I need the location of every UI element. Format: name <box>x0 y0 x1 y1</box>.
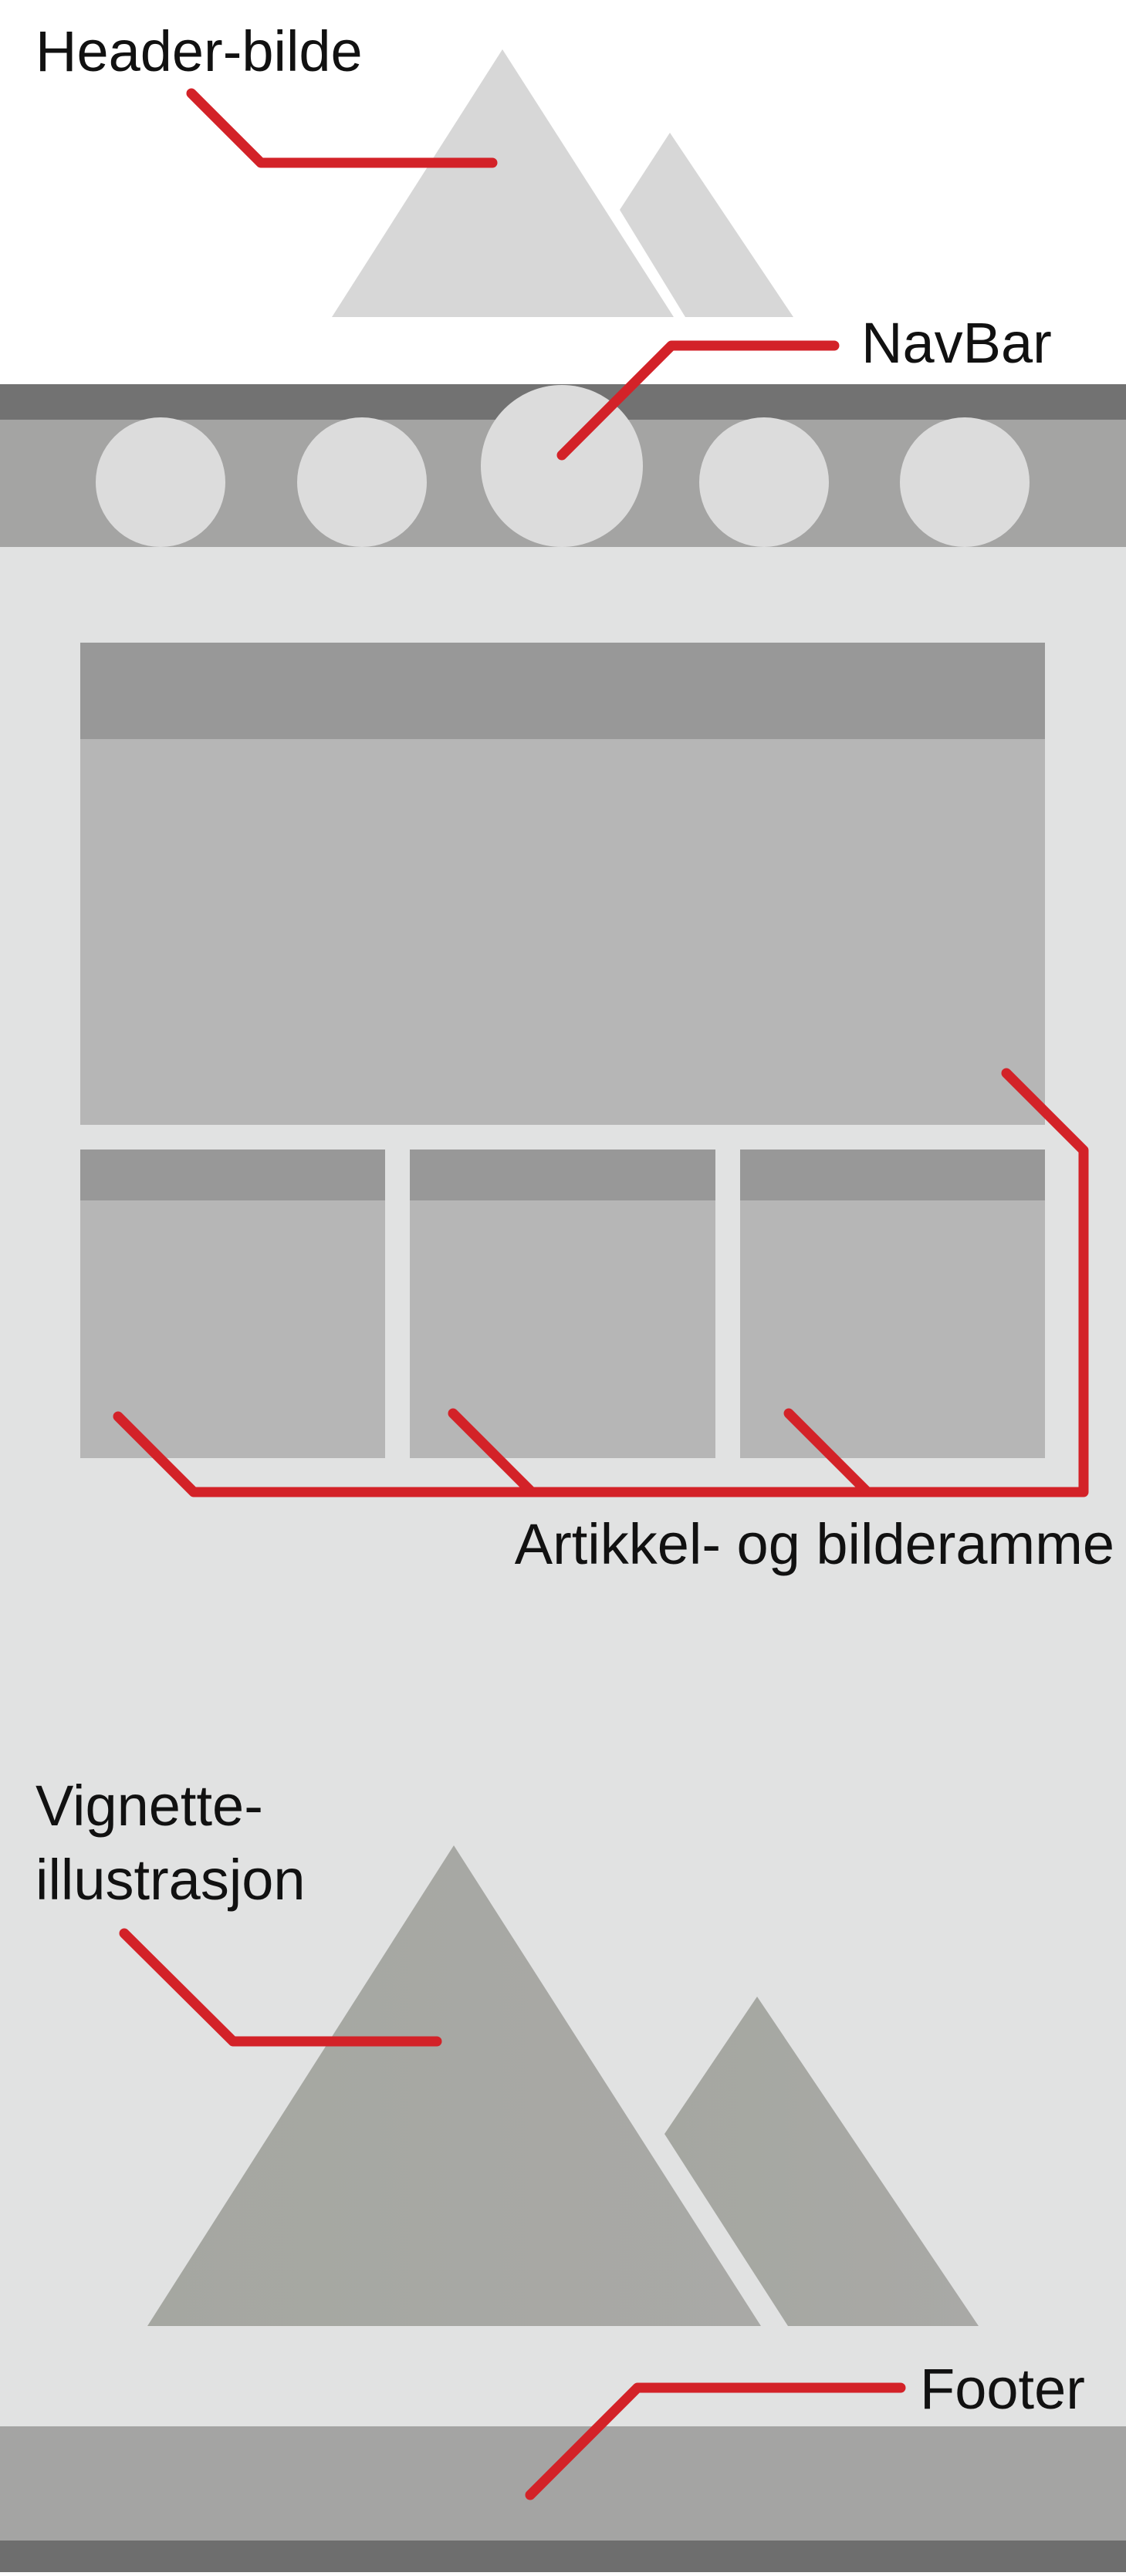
small-frame-1 <box>80 1150 385 1458</box>
label-header-image: Header-bilde <box>36 19 363 83</box>
nav-item-circle-4 <box>699 417 829 547</box>
layout-diagram: Header-bilde NavBar Artikkel- og bildera… <box>0 0 1126 2572</box>
label-footer: Footer <box>920 2357 1085 2421</box>
label-navbar: NavBar <box>861 311 1052 375</box>
nav-item-circle-1 <box>96 417 225 547</box>
article-grid <box>80 643 1045 1458</box>
small-frame-header <box>80 1150 385 1200</box>
footer-bottom-strip <box>0 2541 1126 2572</box>
nav-item-circle-active <box>481 385 643 547</box>
header-image <box>332 49 793 317</box>
main-frame <box>80 643 1045 1125</box>
diagram-canvas: Header-bilde NavBar Artikkel- og bildera… <box>0 19 1126 2572</box>
nav-item-circle-5 <box>900 417 1030 547</box>
footer <box>0 2426 1126 2572</box>
small-frame-header <box>740 1150 1045 1200</box>
nav-item-circle-2 <box>297 417 427 547</box>
navbar <box>0 384 1126 547</box>
label-vignette-line2: illustrasjon <box>36 1848 306 1912</box>
label-article-frame: Artikkel- og bilderamme <box>515 1512 1114 1576</box>
footer-body <box>0 2426 1126 2541</box>
label-vignette-line1: Vignette- <box>36 1774 263 1838</box>
main-frame-header <box>80 643 1045 739</box>
small-frame-header <box>410 1150 715 1200</box>
header-mountain-large <box>332 49 674 317</box>
